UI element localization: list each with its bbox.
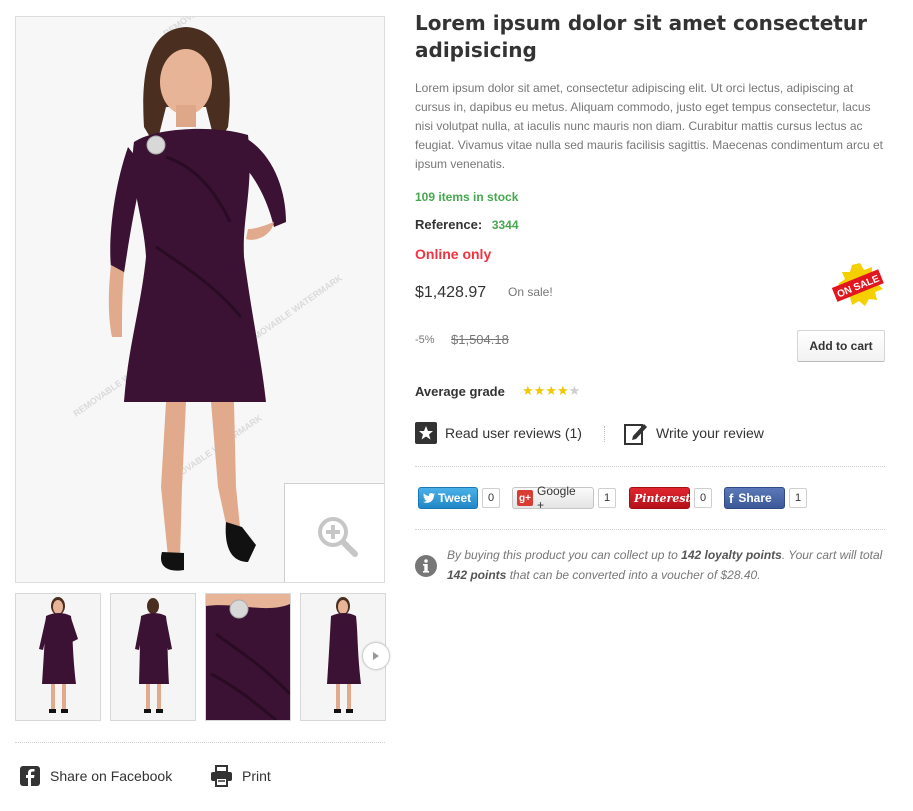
thumbnail-image xyxy=(111,594,195,720)
twitter-icon xyxy=(423,493,435,503)
facebook-share-count: 1 xyxy=(789,488,807,508)
thumbnail-strip xyxy=(15,593,390,721)
product-main-image[interactable]: REMOVABLE WATERMARK REMOVABLE WATERMARK … xyxy=(15,16,385,583)
facebook-icon xyxy=(19,765,41,787)
read-reviews-link[interactable]: Read user reviews (1) xyxy=(415,421,582,445)
star-icon: ★ xyxy=(545,383,557,398)
facebook-icon: f xyxy=(729,490,734,506)
facebook-share-button[interactable]: f Share xyxy=(724,487,785,509)
pinterest-count: 0 xyxy=(694,488,712,508)
zoom-button[interactable] xyxy=(284,483,384,582)
loyalty-prefix: By buying this product you can collect u… xyxy=(447,548,682,562)
stock-status: 109 items in stock xyxy=(415,190,519,204)
loyalty-info: By buying this product you can collect u… xyxy=(447,545,887,585)
google-plus-icon: g+ xyxy=(517,490,533,506)
star-empty-icon: ★ xyxy=(568,383,581,398)
info-icon xyxy=(415,555,437,582)
divider xyxy=(604,426,605,442)
print-label: Print xyxy=(242,768,271,784)
product-price: $1,428.97 xyxy=(415,284,487,301)
reference-value: 3344 xyxy=(491,218,519,232)
star-icon: ★ xyxy=(556,383,569,398)
share-facebook-label: Share on Facebook xyxy=(50,768,173,784)
tweet-button[interactable]: Tweet xyxy=(418,487,478,509)
product-title: Lorem ipsum dolor sit amet consectetur a… xyxy=(415,11,867,62)
rating-stars: ★★★★★ xyxy=(522,383,580,399)
tweet-label: Tweet xyxy=(438,491,472,505)
thumbnail-1[interactable] xyxy=(15,593,101,721)
printer-icon xyxy=(210,765,233,787)
product-reference: Reference: 3344 xyxy=(415,217,519,232)
thumbnail-next-button[interactable] xyxy=(362,642,390,670)
print-link[interactable]: Print xyxy=(210,764,271,788)
thumbnail-image xyxy=(206,594,290,720)
edit-icon xyxy=(624,421,648,445)
write-review-label: Write your review xyxy=(656,425,764,441)
chevron-right-icon xyxy=(373,652,379,660)
divider xyxy=(415,529,885,530)
discount-percent: -5% xyxy=(415,334,435,346)
thumbnail-3[interactable] xyxy=(205,593,291,721)
loyalty-middle: . Your cart will total xyxy=(781,548,883,562)
thumbnail-2[interactable] xyxy=(110,593,196,721)
star-box-icon xyxy=(415,422,437,444)
loyalty-points: 142 loyalty points xyxy=(681,548,782,562)
write-review-link[interactable]: Write your review xyxy=(624,421,764,445)
add-to-cart-button[interactable]: Add to cart xyxy=(797,330,885,362)
on-sale-label: On sale! xyxy=(508,285,553,299)
average-grade-label: Average grade xyxy=(415,384,505,399)
on-sale-badge: ON SALE xyxy=(830,262,885,307)
divider xyxy=(15,742,385,743)
star-icon: ★ xyxy=(522,383,534,398)
loyalty-suffix: that can be converted into a voucher of … xyxy=(506,568,761,582)
pinterest-label: Pinterest xyxy=(634,491,691,505)
star-icon: ★ xyxy=(533,383,546,398)
zoom-in-icon xyxy=(318,517,358,557)
tweet-count: 0 xyxy=(482,488,500,508)
old-price: $1,504.18 xyxy=(451,332,509,347)
google-plus-label: Google + xyxy=(536,484,576,512)
reference-label: Reference: xyxy=(415,217,483,232)
pinterest-button[interactable]: Pinterest xyxy=(629,487,691,509)
online-only-label: Online only xyxy=(415,246,492,262)
share-facebook-link[interactable]: Share on Facebook xyxy=(19,764,172,788)
facebook-share-label: Share xyxy=(738,491,772,505)
thumbnail-image xyxy=(16,594,100,720)
google-plus-button[interactable]: g+ Google + xyxy=(512,484,594,512)
loyalty-total-points: 142 points xyxy=(447,568,507,582)
google-plus-count: 1 xyxy=(598,488,616,508)
product-description: Lorem ipsum dolor sit amet, consectetur … xyxy=(415,81,883,171)
divider xyxy=(415,466,885,467)
read-reviews-label: Read user reviews (1) xyxy=(445,425,582,441)
